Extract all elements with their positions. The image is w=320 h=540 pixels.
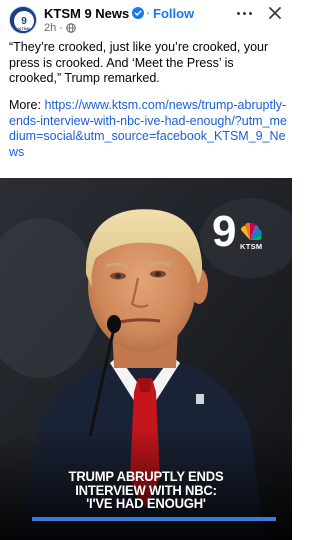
headline-accent-bar	[32, 517, 276, 521]
meta-separator: ·	[59, 22, 63, 34]
headline-overlay: TRUMP ABRUPTLY ENDS INTERVIEW WITH NBC: …	[29, 469, 263, 511]
peacock-icon	[240, 222, 262, 240]
logo-number: 9	[212, 207, 236, 256]
avatar-text: KTSM	[18, 26, 30, 31]
article-link[interactable]: https://www.ktsm.com/news/trump-abruptly…	[9, 98, 287, 159]
more-options-icon[interactable]	[234, 3, 254, 23]
separator-dot: ·	[146, 5, 151, 20]
post-more-link-block: More: https://www.ktsm.com/news/trump-ab…	[9, 98, 287, 160]
verified-badge-icon	[132, 7, 144, 19]
post-time[interactable]: 2h	[44, 22, 56, 34]
globe-icon	[66, 23, 76, 33]
follow-button[interactable]: Follow	[153, 6, 194, 21]
post-header: 9 KTSM KTSM 9 News · Follow 2h ·	[0, 0, 292, 36]
more-label: More:	[9, 98, 45, 112]
page-avatar[interactable]: 9 KTSM	[9, 6, 37, 34]
close-icon[interactable]	[266, 4, 284, 22]
ktsm-avatar-logo: 9 KTSM	[10, 7, 36, 33]
page-name-link[interactable]: KTSM 9 News	[44, 6, 129, 21]
post-meta: 2h ·	[44, 22, 76, 34]
logo-text: KTSM	[240, 242, 263, 251]
post-text: “They’re crooked, just like you’re crook…	[9, 40, 269, 86]
headline-line-3: 'I'VE HAD ENOUGH'	[86, 495, 206, 511]
